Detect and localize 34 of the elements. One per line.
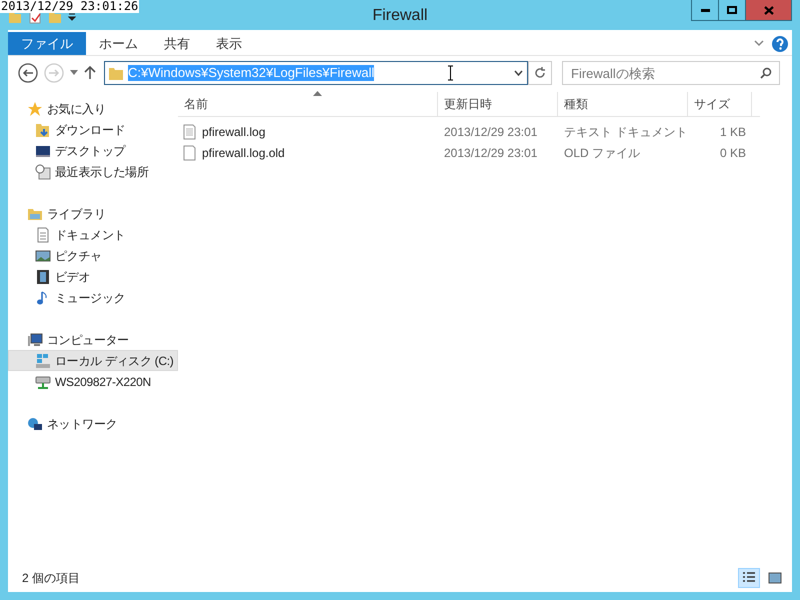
ribbon-tab[interactable]: 表示 xyxy=(203,32,255,55)
table-cell-text: 1 KB xyxy=(718,124,747,140)
nav-item[interactable]: デスクトップ xyxy=(8,140,178,161)
search-field[interactable]: Firewallの検索 xyxy=(562,61,780,85)
status-text: 2 個の項目 xyxy=(22,570,80,587)
table-cell-text: 2013/12/29 23:01 xyxy=(443,124,538,140)
nav-item[interactable]: WS209827-X220N xyxy=(8,371,178,392)
ribbon-tab[interactable]: 共有 xyxy=(151,32,203,55)
table-cell-text: 2013/12/29 23:01 xyxy=(443,144,538,162)
column-header[interactable]: 名前 xyxy=(178,92,438,116)
nav-item[interactable]: コンピューター xyxy=(8,329,178,350)
column-header[interactable]: 種類 xyxy=(558,92,688,116)
column-header[interactable]: 更新日時 xyxy=(438,92,558,116)
nav-item[interactable]: ドキュメント xyxy=(8,224,178,245)
clock-overlay: 2013/12/29 23:01:26 xyxy=(0,0,140,13)
table-cell-text: 0 KB xyxy=(718,144,747,162)
nav-item[interactable]: ライブラリ xyxy=(8,203,178,224)
window-title: Firewall xyxy=(372,6,428,26)
nav-item[interactable]: ローカル ディスク (C:) xyxy=(8,350,178,371)
nav-item[interactable]: ネットワーク xyxy=(8,413,178,434)
table-cell-text: テキスト ドキュメント xyxy=(563,124,688,140)
nav-item[interactable]: お気に入り xyxy=(8,98,178,119)
nav-item[interactable]: 最近表示した場所 xyxy=(8,161,178,182)
ribbon-tab[interactable]: ホーム xyxy=(86,32,151,55)
table-cell-text: OLD ファイル xyxy=(563,144,642,162)
column-header[interactable]: サイズ xyxy=(688,92,752,116)
nav-item[interactable]: ビデオ xyxy=(8,266,178,287)
address-text: C:¥Windows¥System32¥LogFiles¥Firewall xyxy=(128,65,374,81)
nav-item[interactable]: ミュージック xyxy=(8,287,178,308)
nav-item[interactable]: ピクチャ xyxy=(8,245,178,266)
ribbon-tab[interactable]: ファイル xyxy=(8,32,86,55)
file-name[interactable]: pfirewall.log xyxy=(202,122,266,140)
nav-item[interactable]: ダウンロード xyxy=(8,119,178,140)
file-name[interactable]: pfirewall.log.old xyxy=(202,144,285,162)
